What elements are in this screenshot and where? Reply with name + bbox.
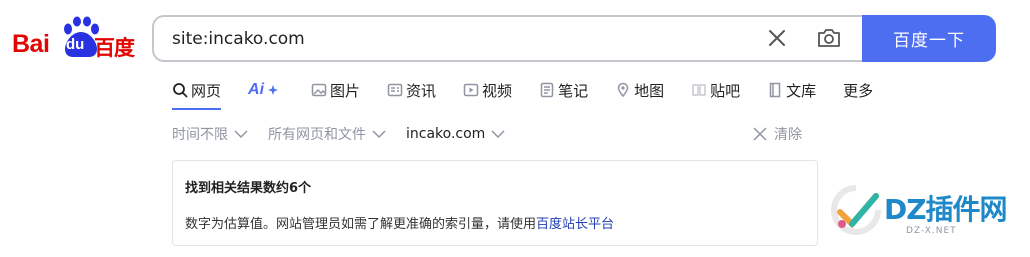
- search-input[interactable]: [172, 17, 732, 60]
- sparkle-icon: [268, 85, 279, 95]
- search-filters: 时间不限 所有网页和文件 incako.com: [172, 124, 525, 144]
- result-note: 数字为估算值。网站管理员如需了解更准确的索引量，请使用百度站长平台: [185, 213, 614, 232]
- type-filter-dropdown[interactable]: 所有网页和文件: [268, 124, 386, 144]
- image-icon: [311, 83, 327, 97]
- tab-label: Ai: [248, 81, 265, 98]
- tab-label: 图片: [330, 81, 361, 100]
- chevron-down-icon: [234, 130, 248, 139]
- wenku-icon: [769, 82, 781, 98]
- tab-wenku[interactable]: 文库: [767, 78, 816, 102]
- time-filter-label: 时间不限: [172, 127, 228, 143]
- search-box: [152, 15, 864, 62]
- tab-label: 地图: [634, 81, 665, 100]
- tab-label: 网页: [191, 81, 222, 100]
- tab-notes[interactable]: 笔记: [539, 78, 588, 102]
- chevron-down-icon: [491, 130, 505, 139]
- tab-web[interactable]: 网页: [172, 78, 222, 110]
- tab-ai[interactable]: Ai: [248, 78, 284, 102]
- result-note-text: 数字为估算值。网站管理员如需了解更准确的索引量，请使用: [185, 217, 537, 232]
- result-count-text: 找到相关结果数约6个: [185, 181, 312, 196]
- result-count-card: 找到相关结果数约6个 数字为估算值。网站管理员如需了解更准确的索引量，请使用百度…: [172, 160, 818, 246]
- clear-filters-button[interactable]: 清除: [752, 124, 802, 144]
- tab-more[interactable]: 更多: [843, 78, 873, 102]
- watermark-text: DZ插件网: [884, 193, 1008, 226]
- video-icon: [463, 83, 479, 97]
- map-icon: [617, 82, 629, 98]
- chevron-down-icon: [372, 130, 386, 139]
- webmaster-platform-link[interactable]: 百度站长平台: [536, 217, 614, 232]
- site-filter-label: incako.com: [406, 126, 486, 142]
- active-tab-indicator: [172, 108, 222, 110]
- close-icon: [753, 127, 767, 141]
- clear-search-icon[interactable]: [766, 27, 788, 49]
- tab-label: 视频: [482, 81, 513, 100]
- type-filter-label: 所有网页和文件: [268, 127, 366, 143]
- clear-filters-label: 清除: [774, 127, 802, 143]
- camera-icon[interactable]: [816, 26, 842, 50]
- tab-news[interactable]: 资讯: [387, 78, 436, 102]
- time-filter-dropdown[interactable]: 时间不限: [172, 124, 248, 144]
- tab-tieba[interactable]: 贴吧: [691, 78, 740, 102]
- tab-label: 资讯: [406, 81, 437, 100]
- search-icon: [173, 83, 188, 98]
- watermark-url: DZ-X.NET: [906, 226, 957, 236]
- logo-text-cn: 百度: [94, 36, 135, 60]
- tab-label: 笔记: [558, 81, 589, 100]
- news-icon: [387, 83, 403, 97]
- baidu-logo[interactable]: Bai du 百度: [10, 14, 135, 64]
- search-button[interactable]: 百度一下: [862, 15, 996, 62]
- tab-label: 更多: [843, 81, 874, 100]
- logo-text-du: du: [66, 36, 85, 53]
- note-icon: [540, 82, 554, 98]
- watermark: DZ插件网 DZ-X.NET: [828, 180, 1028, 242]
- logo-text-bai: Bai: [12, 30, 50, 58]
- tieba-icon: [692, 84, 706, 96]
- site-filter-dropdown[interactable]: incako.com: [406, 124, 505, 144]
- tab-map[interactable]: 地图: [615, 78, 664, 102]
- search-tabs: 网页 Ai 图片 资讯 视频 笔记 地图 贴吧 文库 更多: [172, 78, 900, 110]
- tab-label: 文库: [786, 81, 817, 100]
- tab-video[interactable]: 视频: [463, 78, 512, 102]
- tab-label: 贴吧: [710, 81, 741, 100]
- watermark-logo-icon: [831, 185, 881, 235]
- tab-images[interactable]: 图片: [311, 78, 360, 102]
